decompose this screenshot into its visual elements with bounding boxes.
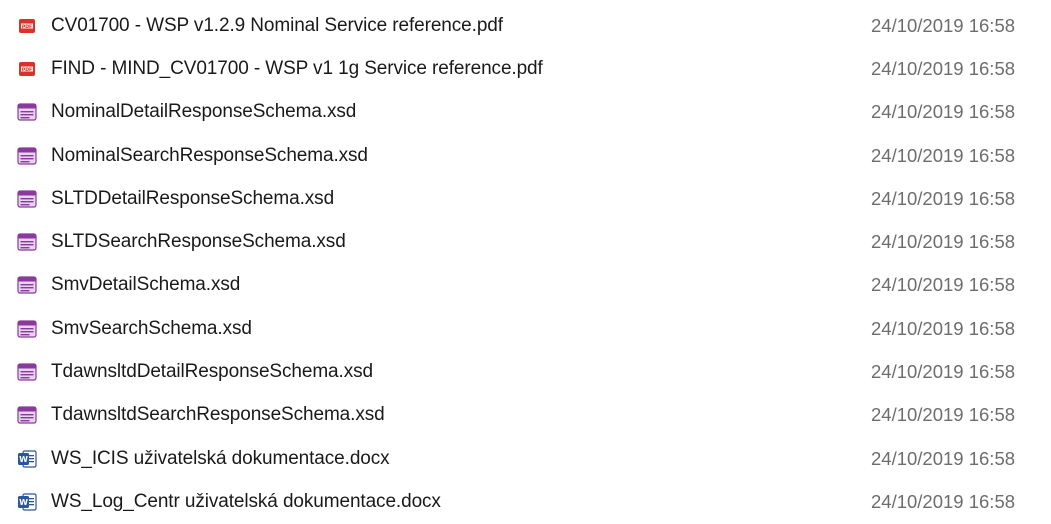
file-name: SmvDetailSchema.xsd [51, 274, 241, 296]
file-list: PDF CV01700 - WSP v1.2.9 Nominal Service… [0, 4, 1051, 524]
file-name: WS_ICIS uživatelská dokumentace.docx [51, 447, 390, 469]
file-modified-date: 24/10/2019 16:58 [871, 14, 1016, 36]
file-modified-date: 24/10/2019 16:58 [871, 274, 1016, 296]
xsd-file-icon [15, 273, 39, 297]
word-doc-icon: W [15, 447, 39, 471]
file-row[interactable]: SmvDetailSchema.xsd 24/10/2019 16:58 [0, 264, 1051, 307]
file-name: CV01700 - WSP v1.2.9 Nominal Service ref… [51, 14, 503, 36]
file-modified-date: 24/10/2019 16:58 [871, 57, 1016, 79]
xsd-file-icon [15, 403, 39, 427]
file-row[interactable]: SLTDSearchResponseSchema.xsd 24/10/2019 … [0, 220, 1051, 263]
xsd-file-icon [15, 144, 39, 168]
file-modified-date: 24/10/2019 16:58 [871, 144, 1016, 166]
pdf-icon: PDF [15, 57, 39, 81]
file-name: TdawnsltdDetailResponseSchema.xsd [51, 361, 373, 383]
file-modified-date: 24/10/2019 16:58 [871, 317, 1016, 339]
file-name: SLTDSearchResponseSchema.xsd [51, 231, 346, 253]
svg-text:PDF: PDF [22, 67, 32, 73]
file-row[interactable]: NominalDetailResponseSchema.xsd 24/10/20… [0, 91, 1051, 134]
file-modified-date: 24/10/2019 16:58 [871, 447, 1016, 469]
xsd-file-icon [15, 230, 39, 254]
xsd-file-icon [15, 100, 39, 124]
file-modified-date: 24/10/2019 16:58 [871, 231, 1016, 253]
xsd-file-icon [15, 317, 39, 341]
file-name: SLTDDetailResponseSchema.xsd [51, 187, 335, 209]
file-row[interactable]: PDF CV01700 - WSP v1.2.9 Nominal Service… [0, 4, 1051, 47]
xsd-file-icon [15, 187, 39, 211]
file-modified-date: 24/10/2019 16:58 [871, 361, 1016, 383]
file-modified-date: 24/10/2019 16:58 [871, 187, 1016, 209]
file-row[interactable]: SmvSearchSchema.xsd 24/10/2019 16:58 [0, 307, 1051, 350]
file-name: SmvSearchSchema.xsd [51, 317, 252, 339]
file-modified-date: 24/10/2019 16:58 [871, 101, 1016, 123]
file-name: NominalDetailResponseSchema.xsd [51, 101, 357, 123]
file-modified-date: 24/10/2019 16:58 [871, 490, 1016, 512]
svg-text:PDF: PDF [22, 23, 32, 29]
file-modified-date: 24/10/2019 16:58 [871, 404, 1016, 426]
pdf-icon: PDF [15, 14, 39, 38]
file-name: NominalSearchResponseSchema.xsd [51, 144, 368, 166]
file-name: TdawnsltdSearchResponseSchema.xsd [51, 404, 385, 426]
file-row[interactable]: NominalSearchResponseSchema.xsd 24/10/20… [0, 134, 1051, 177]
svg-text:W: W [19, 498, 28, 507]
file-row[interactable]: W WS_Log_Centr uživatelská dokumentace.d… [0, 480, 1051, 523]
file-name: FIND - MIND_CV01700 - WSP v1 1g Service … [51, 57, 543, 79]
file-row[interactable]: PDF FIND - MIND_CV01700 - WSP v1 1g Serv… [0, 47, 1051, 90]
svg-text:W: W [19, 455, 28, 464]
file-row[interactable]: TdawnsltdSearchResponseSchema.xsd 24/10/… [0, 394, 1051, 437]
file-row[interactable]: TdawnsltdDetailResponseSchema.xsd 24/10/… [0, 350, 1051, 393]
xsd-file-icon [15, 360, 39, 384]
file-row[interactable]: W WS_ICIS uživatelská dokumentace.docx 2… [0, 437, 1051, 480]
word-doc-icon: W [15, 490, 39, 514]
file-row[interactable]: SLTDDetailResponseSchema.xsd 24/10/2019 … [0, 177, 1051, 220]
file-name: WS_Log_Centr uživatelská dokumentace.doc… [51, 490, 441, 512]
